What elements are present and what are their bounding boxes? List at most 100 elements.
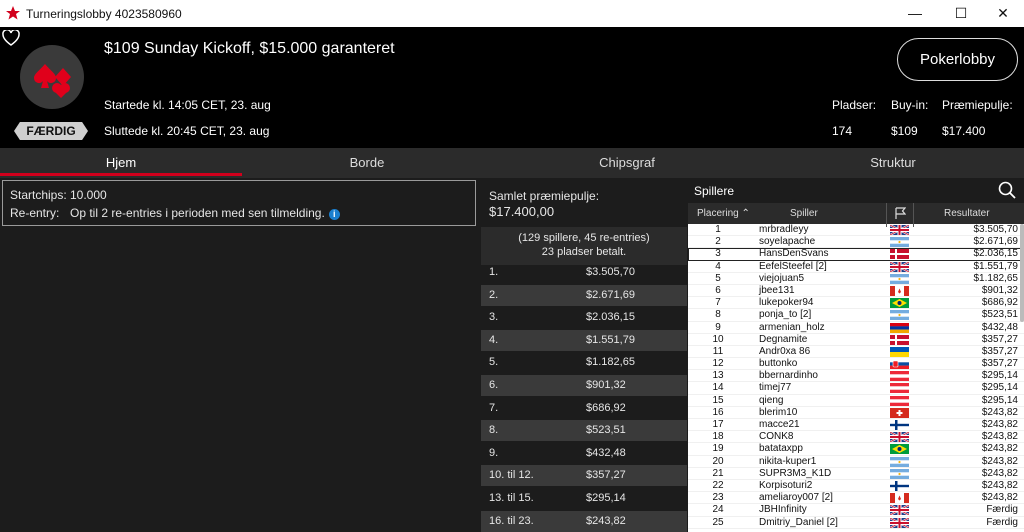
player-name: Dmitriy_Daniel [2]	[759, 516, 838, 528]
suits-emblem-icon	[20, 45, 84, 109]
prize-amount: $901,32	[586, 379, 626, 391]
country-flag-icon	[890, 237, 909, 248]
prize-place: 8.	[489, 424, 499, 437]
col-player[interactable]: Spiller	[790, 203, 818, 224]
player-name: ponja_to [2]	[759, 309, 812, 321]
prize-place: 10. til 12.	[489, 469, 534, 482]
col-place-label: Placering	[697, 208, 739, 219]
startchips-label: Startchips:	[10, 188, 67, 202]
buyin-value: $109	[891, 124, 918, 138]
prize-place: 7.	[489, 401, 499, 414]
player-row[interactable]: 21 SUPR3M3_K1D $243,82	[688, 468, 1024, 480]
player-row[interactable]: 5 viejojuan5 $1.182,65	[688, 273, 1024, 285]
prize-place: 2.	[489, 288, 499, 301]
player-result: $243,82	[981, 467, 1018, 479]
player-row[interactable]: 18 CONK8 $243,82	[688, 431, 1024, 444]
player-rank: 17	[712, 419, 724, 430]
player-row[interactable]: 9 armenian_holz $432,48	[688, 322, 1024, 334]
player-result: $243,82	[981, 443, 1018, 455]
country-flag-icon	[890, 395, 909, 406]
player-row[interactable]: 14 timej77 $295,14	[688, 382, 1024, 395]
search-icon[interactable]	[998, 181, 1016, 199]
players-scrollbar[interactable]	[1020, 224, 1024, 322]
player-row[interactable]: 13 bbernardinho $295,14	[688, 370, 1024, 383]
player-row[interactable]: 24 JBHInfinity Færdig	[688, 504, 1024, 517]
player-name: batataxpp	[759, 443, 803, 455]
col-place[interactable]: Placering ⌃	[697, 203, 750, 224]
player-rank: 22	[712, 479, 724, 491]
country-flag-icon	[890, 359, 909, 370]
player-rank: 23	[712, 492, 724, 504]
prize-summary: (129 spillere, 45 re-entries) 23 pladser …	[481, 227, 687, 265]
tab-hjem[interactable]: Hjem	[0, 148, 242, 178]
player-row[interactable]: 10 Degnamite $357,27	[688, 334, 1024, 346]
player-rank: 6	[715, 284, 721, 296]
player-rank: 16	[712, 406, 724, 418]
player-rank: 24	[712, 504, 724, 516]
player-row[interactable]: 1 mrbradleyy $3.505,70	[688, 224, 1024, 237]
player-name: armenian_holz	[759, 321, 825, 333]
tab-struktur[interactable]: Struktur	[762, 148, 1024, 178]
player-rank: 8	[715, 309, 721, 321]
player-result: $1.182,65	[973, 272, 1019, 284]
player-rank: 13	[712, 370, 724, 382]
title-bar: Turneringslobby 4023580960 — ☐ ✕	[0, 0, 1024, 27]
player-name: jbee131	[759, 284, 795, 296]
player-row[interactable]: 15 qieng $295,14	[688, 395, 1024, 407]
prize-place: 13. til 15.	[489, 492, 534, 504]
country-flag-icon	[890, 346, 909, 357]
player-result: $1.551,79	[973, 260, 1019, 272]
player-name: HansDenSvans	[759, 248, 829, 260]
player-row[interactable]: 4 EefelSteefel [2] $1.551,79	[688, 261, 1024, 273]
prize-row: 16. til 23. $243,82	[481, 510, 687, 532]
prize-row: 5. $1.182,65	[481, 352, 687, 373]
player-rank: 10	[712, 333, 724, 345]
pokerlobby-button[interactable]: Pokerlobby	[897, 38, 1018, 81]
prize-row: 7. $686,92	[481, 398, 687, 419]
player-row[interactable]: 12 buttonko $357,27	[688, 358, 1024, 371]
player-rank: 20	[712, 455, 724, 467]
player-row[interactable]: 16 blerim10 $243,82	[688, 407, 1024, 419]
player-row[interactable]: 2 soyelapache $2.671,69	[688, 236, 1024, 249]
country-flag-icon	[890, 420, 909, 430]
prize-row: 4. $1.551,79	[481, 329, 687, 351]
prize-place: 1.	[489, 266, 499, 278]
player-row[interactable]: 20 nikita-kuper1 $243,82	[688, 456, 1024, 468]
col-result[interactable]: Resultater	[944, 203, 990, 224]
start-time: Startede kl. 14:05 CET, 23. aug	[104, 98, 271, 112]
close-button[interactable]: ✕	[980, 0, 1024, 27]
player-rank: 3	[715, 248, 721, 260]
country-flag-icon	[890, 383, 909, 394]
player-name: Korpisoturi2	[759, 479, 813, 491]
tab-borde[interactable]: Borde	[242, 148, 492, 178]
player-row[interactable]: 19 batataxpp $243,82	[688, 443, 1024, 456]
player-row[interactable]: 7 lukepoker94 $686,92	[688, 297, 1024, 310]
prize-place: 3.	[489, 311, 499, 324]
prize-amount: $686,92	[586, 401, 626, 414]
info-icon[interactable]: i	[328, 209, 340, 220]
player-rank: 4	[715, 260, 721, 272]
player-row[interactable]: 25 Dmitriy_Daniel [2] Færdig	[688, 517, 1024, 529]
player-row[interactable]: 11 Andr0xa 86 $357,27	[688, 346, 1024, 359]
player-row[interactable]: 8 ponja_to [2] $523,51	[688, 309, 1024, 322]
player-name: CONK8	[759, 431, 794, 443]
prize-amount: $1.182,65	[586, 356, 635, 369]
player-row[interactable]: 3 HansDenSvans $2.036,15	[688, 248, 1024, 261]
tab-chipsgraf[interactable]: Chipsgraf	[492, 148, 762, 178]
prizepool-value: $17.400	[942, 124, 986, 138]
player-row[interactable]: 6 jbee131 $901,32	[688, 284, 1024, 298]
country-flag-icon	[890, 456, 909, 467]
prize-row: 9. $432,48	[481, 443, 687, 464]
maximize-button[interactable]: ☐	[938, 0, 984, 27]
player-name: qieng	[759, 394, 784, 406]
player-result: $2.671,69	[973, 236, 1019, 248]
player-row[interactable]: 17 macce21 $243,82	[688, 419, 1024, 432]
favorite-heart-icon[interactable]	[2, 30, 20, 46]
player-rank: 5	[715, 272, 721, 284]
player-row[interactable]: 23 ameliaroy007 [2] $243,82	[688, 492, 1024, 505]
country-flag-icon	[890, 444, 909, 455]
minimize-button[interactable]: —	[892, 0, 938, 27]
player-rank: 1	[715, 224, 721, 235]
player-row[interactable]: 22 Korpisoturi2 $243,82	[688, 479, 1024, 493]
pokerstars-logo-icon	[6, 6, 20, 20]
